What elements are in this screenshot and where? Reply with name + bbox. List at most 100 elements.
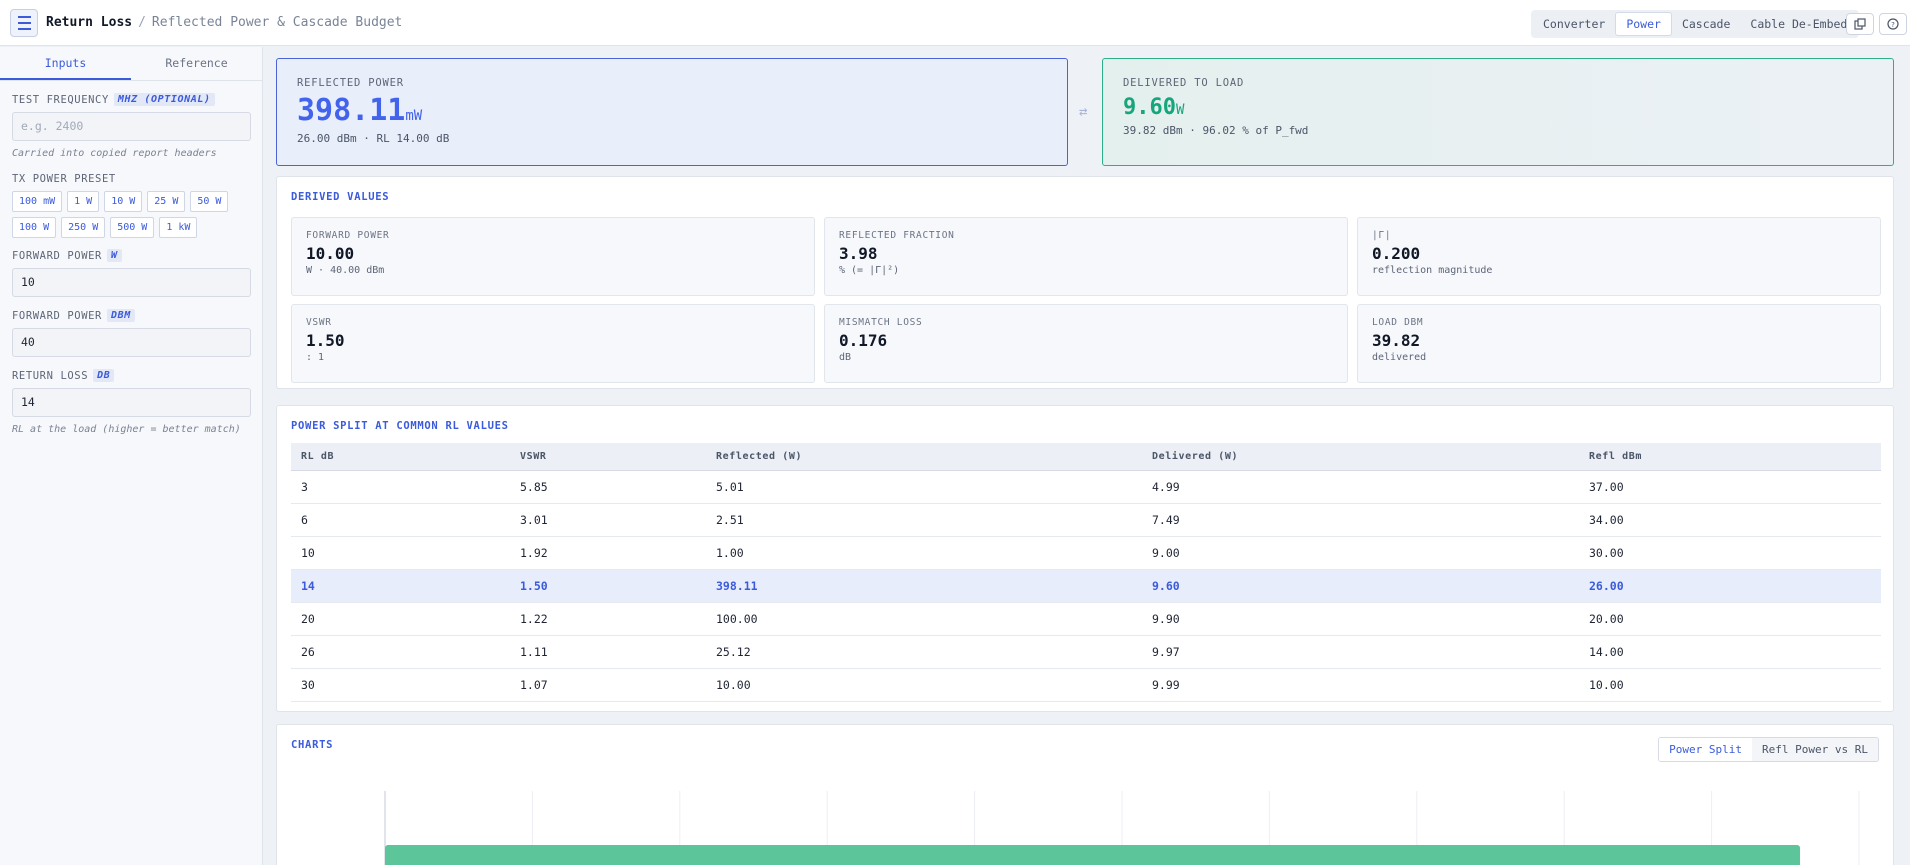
copy-button[interactable] <box>1846 13 1874 35</box>
tab-power[interactable]: Power <box>1615 12 1672 36</box>
power-split-title: Power Split at Common RL Values <box>291 420 509 432</box>
table-cell: 3 <box>291 470 510 504</box>
help-icon: ? <box>1887 18 1899 30</box>
table-cell: 1.07 <box>510 668 706 702</box>
table-cell: 5.01 <box>706 470 1142 504</box>
derived-mismatch-loss: Mismatch Loss 0.176 dB <box>824 304 1348 383</box>
return-loss-unit: dB <box>93 369 115 382</box>
mode-tabs: Converter Power Cascade Cable De-Embed <box>1531 10 1860 38</box>
table-cell: 7.49 <box>1142 503 1579 537</box>
test-frequency-hint: Carried into copied report headers <box>12 148 217 159</box>
table-row: 6 3.01 2.51 7.49 34.00 <box>291 503 1881 537</box>
table-cell: 4.99 <box>1142 470 1579 504</box>
table-cell: 100.00 <box>706 602 1142 636</box>
table-row: 10 1.92 1.00 9.00 30.00 <box>291 536 1881 570</box>
column-header: Reflected (W) <box>706 443 1142 471</box>
sidebar-tab-inputs[interactable]: Inputs <box>0 47 131 80</box>
forward-power-w-input[interactable]: 10 <box>12 268 251 297</box>
title-separator: / <box>138 15 146 30</box>
derived-vswr: VSWR 1.50: 1 <box>291 304 815 383</box>
table-cell: 9.99 <box>1142 668 1579 702</box>
derived-values-panel: Derived Values Forward Power 10.00 W · 40.… <box>276 176 1894 389</box>
derived-gamma-magnitude: |Γ| 0.200 reflection magnitude <box>1357 217 1881 296</box>
forward-power-dbm-input[interactable]: 40 <box>12 328 251 357</box>
sidebar-tab-reference[interactable]: Reference <box>131 47 262 80</box>
table-cell: 26.00 <box>1579 569 1881 603</box>
tab-converter[interactable]: Converter <box>1533 12 1615 36</box>
table-row: 3 5.85 5.01 4.99 37.00 <box>291 470 1881 504</box>
page-subtitle: Reflected Power & Cascade Budget <box>151 15 403 30</box>
return-loss-input[interactable]: 14 <box>12 388 251 417</box>
reflected-power-label: Reflected Power <box>297 77 404 89</box>
tx-power-preset-label: TX Power Preset <box>12 173 116 185</box>
delivered-power-label: Delivered to Load <box>1123 77 1245 89</box>
derived-reflected-fraction: Reflected Fraction 3.98% (= |Γ|²) <box>824 217 1348 296</box>
return-loss-hint: RL at the load (higher = better match) <box>12 424 241 435</box>
preset-button[interactable]: 100 mW <box>12 191 63 212</box>
tab-cable-de-embed[interactable]: Cable De-Embed <box>1740 12 1857 36</box>
preset-button[interactable]: 25 W <box>147 191 186 212</box>
test-frequency-unit: MHz (optional) <box>113 93 215 106</box>
table-cell: 9.60 <box>1142 569 1579 603</box>
table-cell: 398.11 <box>706 569 1142 603</box>
preset-button[interactable]: 1 kW <box>159 217 198 238</box>
power-split-chart <box>384 791 1860 865</box>
forward-power-w-label: Forward Power W <box>12 249 250 262</box>
tx-power-presets: 100 mW 1 W 10 W 25 W 50 W 100 W 250 W 50… <box>12 191 252 238</box>
forward-power-dbm-unit: dBm <box>106 309 135 322</box>
column-header: RL dB <box>291 443 510 471</box>
table-cell: 5.85 <box>510 470 706 504</box>
table-cell: 1.92 <box>510 536 706 570</box>
table-cell: 10.00 <box>1579 668 1881 702</box>
table-cell: 3.01 <box>510 503 706 537</box>
page-title: Return Loss <box>46 15 133 30</box>
preset-button[interactable]: 50 W <box>190 191 229 212</box>
table-header-row: RL dB VSWR Reflected (W) Delivered (W) R… <box>291 443 1881 471</box>
table-cell: 30.00 <box>1579 536 1881 570</box>
preset-button[interactable]: 100 W <box>12 217 57 238</box>
sidebar-tabs: Inputs Reference <box>0 47 262 81</box>
derived-forward-power: Forward Power 10.00 W · 40.00 dBm <box>291 217 815 296</box>
copy-icon <box>1854 18 1866 30</box>
preset-button[interactable]: 500 W <box>110 217 155 238</box>
delivered-power-card: Delivered to Load 9.60W 39.82 dBm · 96.0… <box>1102 58 1894 166</box>
sidebar: Inputs Reference Test Frequency MHz (opt… <box>0 47 263 865</box>
table-row: 26 1.11 25.12 9.97 14.00 <box>291 635 1881 669</box>
reflected-power-unit: mW <box>405 108 423 124</box>
table-cell: 14 <box>291 569 510 603</box>
column-header: Refl dBm <box>1579 443 1881 471</box>
column-header: Delivered (W) <box>1142 443 1579 471</box>
table-row: 30 1.07 10.00 9.99 10.00 <box>291 668 1881 702</box>
derived-values-title: Derived Values <box>291 191 390 203</box>
table-cell: 30 <box>291 668 510 702</box>
tab-cascade[interactable]: Cascade <box>1672 12 1740 36</box>
column-header: VSWR <box>510 443 706 471</box>
charts-panel: Charts Power Split Refl Power vs RL <box>276 724 1894 865</box>
table-cell: 9.00 <box>1142 536 1579 570</box>
return-loss-label: Return Loss dB <box>12 369 250 382</box>
table-cell: 6 <box>291 503 510 537</box>
delivered-power-value: 9.60W <box>1123 95 1185 120</box>
preset-button[interactable]: 1 W <box>67 191 100 212</box>
test-frequency-input[interactable]: e.g. 2400 <box>12 112 251 141</box>
table-cell: 1.00 <box>706 536 1142 570</box>
table-cell: 9.90 <box>1142 602 1579 636</box>
menu-button[interactable] <box>10 8 38 37</box>
table-cell: 9.97 <box>1142 635 1579 669</box>
help-button[interactable]: ? <box>1879 13 1907 35</box>
preset-button[interactable]: 250 W <box>61 217 106 238</box>
svg-text:?: ? <box>1891 21 1895 29</box>
table-row: 20 1.22 100.00 9.90 20.00 <box>291 602 1881 636</box>
hamburger-icon <box>17 14 31 32</box>
table-cell: 37.00 <box>1579 470 1881 504</box>
table-cell: 20.00 <box>1579 602 1881 636</box>
preset-button[interactable]: 10 W <box>104 191 143 212</box>
table-cell: 2.51 <box>706 503 1142 537</box>
table-cell: 1.50 <box>510 569 706 603</box>
delivered-power-unit: W <box>1175 102 1185 118</box>
table-cell: 25.12 <box>706 635 1142 669</box>
reflected-power-sub: 26.00 dBm · RL 14.00 dB <box>297 132 450 145</box>
forward-power-dbm-label: Forward Power dBm <box>12 309 250 322</box>
table-cell: 26 <box>291 635 510 669</box>
reflected-power-value: 398.11mW <box>297 93 423 128</box>
